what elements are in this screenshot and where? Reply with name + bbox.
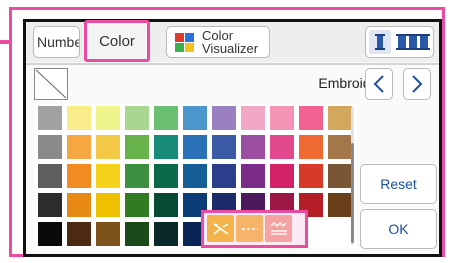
visualizer-label: Color Visualizer (202, 28, 259, 56)
color-swatch[interactable] (154, 106, 178, 130)
color-swatch[interactable] (67, 135, 91, 159)
reset-button[interactable]: Reset (360, 164, 437, 204)
color-swatch[interactable] (299, 106, 323, 130)
color-swatch[interactable] (67, 222, 91, 246)
next-button[interactable] (403, 68, 431, 100)
color-swatch[interactable] (38, 135, 62, 159)
color-swatch[interactable] (96, 164, 120, 188)
color-swatch[interactable] (328, 135, 352, 159)
color-swatch[interactable] (154, 164, 178, 188)
color-swatch[interactable] (328, 193, 352, 217)
no-color-icon (34, 68, 68, 100)
color-grid-icon (175, 32, 194, 52)
color-swatch[interactable] (38, 193, 62, 217)
color-swatch[interactable] (96, 222, 120, 246)
single-spool-icon[interactable] (369, 30, 391, 54)
color-swatch[interactable] (328, 106, 352, 130)
color-swatch[interactable] (183, 106, 207, 130)
color-swatch[interactable] (38, 222, 62, 246)
color-swatch[interactable] (125, 106, 149, 130)
frame-tick (0, 40, 9, 44)
color-swatch[interactable] (212, 164, 236, 188)
header-divider (26, 63, 439, 65)
prev-button[interactable] (365, 68, 393, 100)
color-swatch[interactable] (270, 164, 294, 188)
section-title: Embroidery (318, 75, 390, 91)
color-swatch[interactable] (67, 164, 91, 188)
color-swatch[interactable] (299, 164, 323, 188)
color-swatch[interactable] (125, 193, 149, 217)
color-swatch[interactable] (154, 135, 178, 159)
palette-scroll-thumb[interactable] (351, 143, 354, 243)
color-swatch[interactable] (241, 106, 265, 130)
multi-spool-icon[interactable] (396, 32, 430, 52)
color-swatch[interactable] (328, 164, 352, 188)
color-swatch[interactable] (270, 135, 294, 159)
color-palette (34, 104, 357, 248)
chevron-right-icon (412, 75, 423, 93)
color-swatch[interactable] (125, 222, 149, 246)
color-swatch[interactable] (183, 164, 207, 188)
tab-color-visualizer[interactable]: Color Visualizer (166, 26, 270, 58)
color-swatch[interactable] (212, 135, 236, 159)
color-swatch[interactable] (96, 193, 120, 217)
color-swatch[interactable] (212, 106, 236, 130)
dashed-stitch-icon[interactable] (236, 215, 263, 242)
color-swatch[interactable] (67, 193, 91, 217)
tab-color[interactable]: Color (84, 20, 150, 62)
color-swatch[interactable] (154, 193, 178, 217)
color-swatch[interactable] (96, 135, 120, 159)
chevron-left-icon (373, 75, 384, 93)
color-swatch[interactable] (154, 222, 178, 246)
ok-button[interactable]: OK (360, 209, 437, 249)
random-stitch-icon[interactable] (207, 215, 234, 242)
color-swatch[interactable] (96, 106, 120, 130)
color-swatch[interactable] (38, 164, 62, 188)
color-swatch[interactable] (241, 135, 265, 159)
color-swatch[interactable] (38, 106, 62, 130)
color-swatch[interactable] (125, 164, 149, 188)
tab-number[interactable]: Numbe (33, 26, 80, 58)
color-swatch[interactable] (183, 135, 207, 159)
color-swatch[interactable] (299, 135, 323, 159)
zigzag-stitch-icon[interactable] (265, 215, 292, 242)
color-swatch[interactable] (67, 106, 91, 130)
color-swatch[interactable] (270, 106, 294, 130)
thread-display-toggle[interactable] (365, 26, 434, 58)
color-swatch[interactable] (241, 164, 265, 188)
color-swatch[interactable] (125, 135, 149, 159)
